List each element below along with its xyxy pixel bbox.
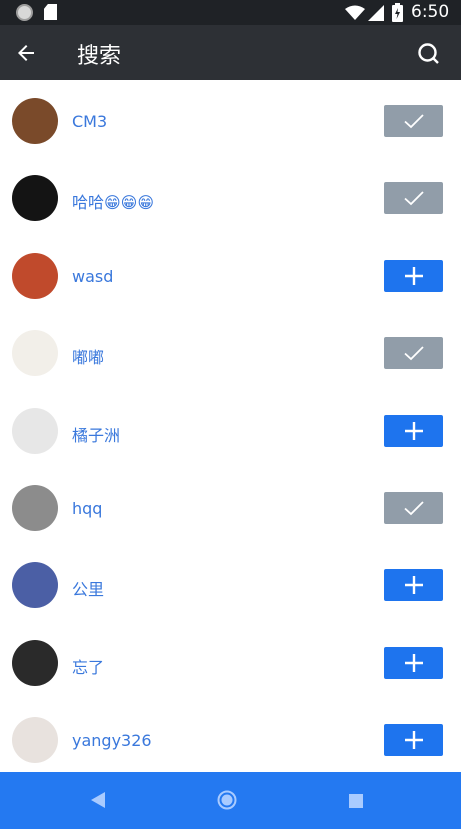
avatar[interactable] — [12, 407, 58, 454]
app-bar: 搜索 — [0, 25, 461, 80]
user-row[interactable]: 嘟嘟 — [0, 312, 461, 389]
user-name[interactable]: yangy326 — [72, 731, 152, 750]
plus-icon — [404, 421, 423, 440]
follow-button[interactable] — [384, 569, 443, 602]
check-icon — [403, 501, 424, 516]
follow-button[interactable] — [384, 724, 443, 757]
search-icon[interactable] — [416, 41, 442, 67]
user-name[interactable]: wasd — [72, 267, 113, 286]
wifi-icon — [345, 5, 365, 20]
avatar[interactable] — [12, 252, 58, 299]
follow-button[interactable] — [384, 259, 443, 292]
check-icon — [403, 191, 424, 206]
user-row[interactable]: hqq — [0, 467, 461, 544]
followed-button[interactable] — [384, 337, 443, 370]
nav-home-icon[interactable] — [217, 790, 237, 810]
nav-back-icon[interactable] — [91, 792, 105, 808]
user-name[interactable]: 嘟嘟 — [72, 344, 104, 368]
avatar[interactable] — [12, 98, 58, 144]
plus-icon — [404, 266, 423, 285]
user-name[interactable]: CM3 — [72, 112, 107, 131]
back-arrow-icon[interactable] — [14, 41, 38, 65]
user-row[interactable]: yangy326 — [0, 699, 461, 772]
followed-button[interactable] — [384, 182, 443, 215]
plus-icon — [404, 653, 423, 672]
follow-button[interactable] — [384, 646, 443, 679]
sd-card-icon — [44, 4, 57, 20]
user-name[interactable]: 橘子洲 — [72, 422, 120, 446]
signal-icon — [368, 5, 384, 21]
user-name[interactable]: 公里 — [72, 576, 104, 600]
followed-button[interactable] — [384, 105, 443, 137]
status-bar: 6:50 — [0, 0, 461, 25]
navigation-bar — [0, 772, 461, 829]
user-name[interactable]: 忘了 — [72, 654, 104, 678]
battery-icon — [392, 3, 403, 22]
user-list: CM3 哈哈😁😁😁 wasd 嘟嘟橘子洲 hqq 公里忘了 yangy326 — [0, 80, 461, 772]
avatar[interactable] — [12, 562, 58, 609]
clock: 6:50 — [411, 2, 450, 22]
avatar[interactable] — [12, 175, 58, 222]
avatar[interactable] — [12, 330, 58, 377]
user-row[interactable]: wasd — [0, 235, 461, 312]
user-row[interactable]: 橘子洲 — [0, 390, 461, 467]
user-row[interactable]: CM3 — [0, 80, 461, 157]
user-row[interactable]: 哈哈😁😁😁 — [0, 157, 461, 234]
plus-icon — [404, 576, 423, 595]
avatar[interactable] — [12, 639, 58, 686]
check-icon — [403, 346, 424, 361]
plus-icon — [404, 731, 423, 750]
avatar[interactable] — [12, 717, 58, 764]
user-row[interactable]: 忘了 — [0, 622, 461, 699]
notification-dot-icon — [16, 4, 33, 21]
page-title: 搜索 — [77, 44, 122, 69]
follow-button[interactable] — [384, 414, 443, 447]
user-name[interactable]: hqq — [72, 499, 102, 518]
user-name[interactable]: 哈哈😁😁😁 — [72, 189, 154, 213]
followed-button[interactable] — [384, 492, 443, 524]
avatar[interactable] — [12, 485, 58, 531]
nav-recent-apps-icon[interactable] — [349, 794, 363, 808]
check-icon — [403, 114, 424, 129]
user-row[interactable]: 公里 — [0, 544, 461, 621]
